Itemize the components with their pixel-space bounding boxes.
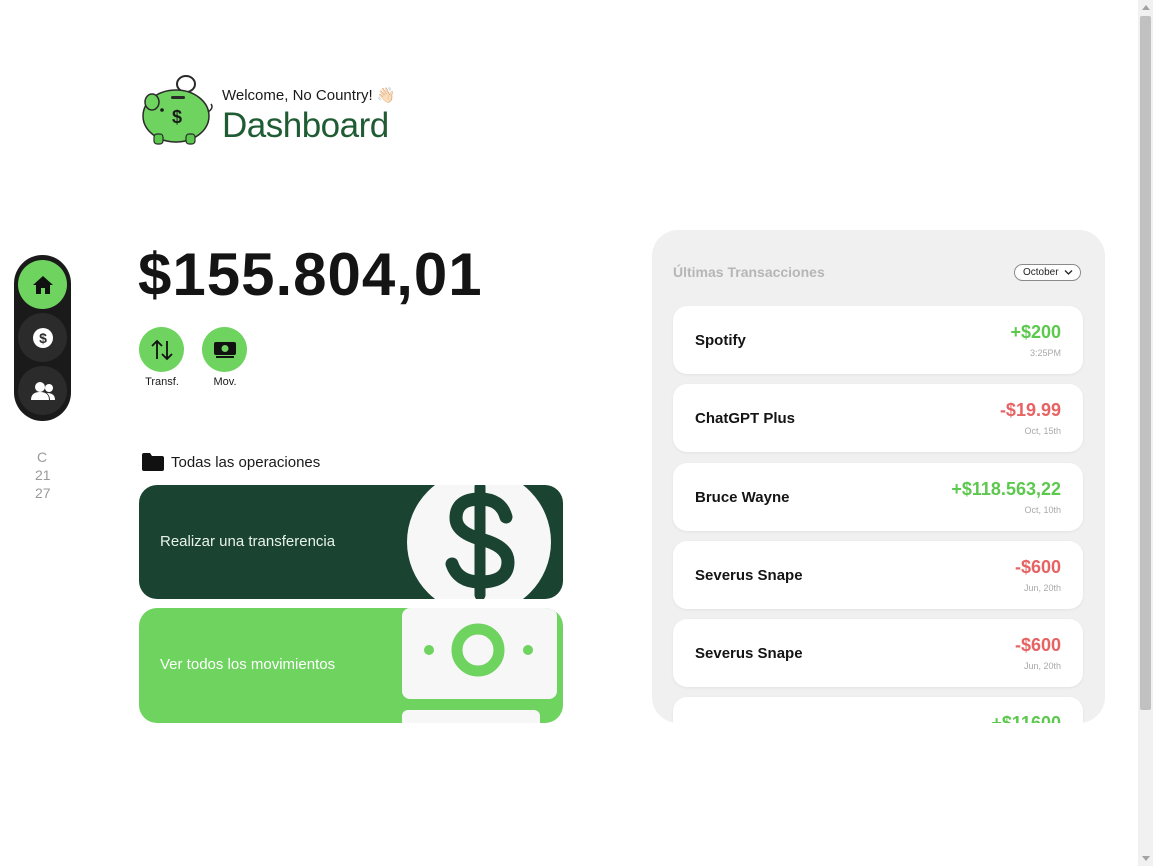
- transaction-row[interactable]: +$11600: [673, 697, 1083, 723]
- home-icon: [32, 275, 53, 294]
- transaction-row[interactable]: ChatGPT Plus -$19.99 Oct, 15th: [673, 384, 1083, 452]
- transaction-name: Severus Snape: [695, 645, 803, 662]
- transaction-amount: +$200: [1010, 322, 1061, 342]
- transfer-card[interactable]: Realizar una transferencia: [139, 485, 563, 599]
- nav-home-button[interactable]: [18, 260, 67, 309]
- operations-title: Todas las operaciones: [141, 452, 320, 472]
- transaction-amount: +$11600: [991, 713, 1061, 723]
- transaction-date: Oct, 15th: [1024, 426, 1061, 436]
- piggy-bank-logo: $: [142, 75, 213, 145]
- transaction-name: Bruce Wayne: [695, 489, 790, 506]
- transaction-row[interactable]: Severus Snape -$600 Jun, 20th: [673, 619, 1083, 687]
- scroll-up-arrow[interactable]: [1142, 5, 1150, 10]
- svg-text:$: $: [172, 107, 182, 127]
- nav-money-button[interactable]: $: [18, 313, 67, 362]
- movements-label: Mov.: [213, 376, 237, 388]
- transfer-action[interactable]: Transf.: [139, 327, 185, 388]
- transaction-date: Jun, 20th: [1023, 583, 1061, 593]
- transaction-amount: -$600: [1014, 635, 1061, 655]
- svg-text:$: $: [39, 330, 47, 346]
- transaction-row[interactable]: Bruce Wayne +$118.563,22 Oct, 10th: [673, 463, 1083, 531]
- transfer-arrows-icon: [150, 339, 173, 360]
- month-select-value: October: [1023, 267, 1059, 278]
- banknote-icon: [402, 608, 557, 723]
- transactions-title: Últimas Transacciones: [673, 264, 825, 280]
- account-balance: $155.804,01: [138, 241, 483, 308]
- operations-title-text: Todas las operaciones: [171, 453, 321, 471]
- transaction-date: 3:25PM: [1029, 348, 1061, 358]
- welcome-text: Welcome, No Country! 👋🏻: [222, 87, 396, 104]
- transaction-date: Oct, 10th: [1024, 505, 1061, 515]
- movements-button[interactable]: [202, 327, 247, 372]
- transfer-label: Transf.: [145, 376, 179, 388]
- transaction-name: Spotify: [695, 332, 746, 349]
- chevron-down-icon: [1064, 270, 1073, 275]
- side-nav: $: [14, 255, 71, 421]
- dollar-sign-icon: [407, 485, 551, 599]
- transaction-amount: -$600: [1014, 557, 1061, 577]
- folder-icon: [142, 453, 164, 471]
- nav-contacts-button[interactable]: [18, 366, 67, 415]
- page-scrollbar[interactable]: [1138, 0, 1153, 866]
- movements-action[interactable]: Mov.: [202, 327, 248, 388]
- movements-card-label: Ver todos los movimientos: [160, 656, 336, 673]
- movements-card[interactable]: Ver todos los movimientos: [139, 608, 563, 723]
- cash-icon: [213, 341, 236, 358]
- transaction-amount: +$118.563,22: [951, 479, 1061, 499]
- transaction-row[interactable]: Severus Snape -$600 Jun, 20th: [673, 541, 1083, 609]
- transaction-row[interactable]: Spotify +$200 3:25PM: [673, 306, 1083, 374]
- transactions-panel[interactable]: Últimas Transacciones October Spotify +$…: [652, 230, 1105, 723]
- scroll-down-arrow[interactable]: [1142, 856, 1150, 861]
- scrollbar-thumb[interactable]: [1140, 16, 1151, 710]
- dollar-icon: $: [32, 327, 53, 348]
- transaction-name: Severus Snape: [695, 567, 803, 584]
- transaction-name: ChatGPT Plus: [695, 410, 796, 427]
- transfer-card-label: Realizar una transferencia: [160, 533, 336, 550]
- users-icon: [30, 381, 55, 400]
- month-select[interactable]: October: [1014, 264, 1081, 281]
- transfer-button[interactable]: [139, 327, 184, 372]
- page-title: Dashboard: [222, 106, 389, 145]
- version-label: C 21 27: [35, 449, 51, 501]
- transaction-date: Jun, 20th: [1023, 661, 1061, 671]
- transaction-amount: -$19.99: [999, 400, 1061, 420]
